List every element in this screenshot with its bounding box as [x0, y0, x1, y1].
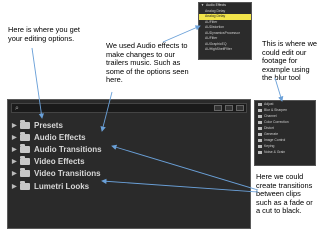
effects-item-label: Video Effects	[34, 157, 85, 167]
chevron-right-icon: ▶	[12, 183, 17, 190]
effects-panel: ⌕ ▶ Presets ▶ Audio Effects ▶ Audio Transit…	[7, 99, 251, 229]
folder-icon	[20, 156, 30, 166]
effects-item-lumetri-looks[interactable]: ▶ Lumetri Looks	[12, 180, 248, 192]
expand-triangle-icon: ▼	[201, 3, 204, 7]
yuv-filter-button[interactable]	[236, 105, 244, 111]
folder-icon	[20, 143, 30, 153]
folder-icon	[20, 168, 30, 178]
folder-icon	[258, 132, 262, 136]
search-icon: ⌕	[15, 105, 19, 112]
effects-item-audio-effects[interactable]: ▶ Audio Effects	[12, 131, 248, 143]
effects-list: ▶ Presets ▶ Audio Effects ▶ Audio Transitio…	[12, 119, 248, 192]
side-item-label: Noise & Grain	[264, 150, 286, 154]
folder-icon	[20, 180, 30, 190]
folder-icon	[258, 102, 262, 106]
search-input[interactable]: ⌕	[11, 103, 247, 113]
effects-item-video-transitions[interactable]: ▶ Video Transitions	[12, 168, 248, 180]
effects-item-label: Audio Effects	[34, 132, 86, 142]
note-transitions: Here we could create transitions between…	[256, 172, 313, 216]
note-blur-tool: This is where we could edit our footage …	[262, 39, 318, 83]
audio-effects-menu: ▼ Audio Effects Analog Delay Analog Delay…	[198, 2, 252, 60]
search-buttons	[214, 105, 244, 111]
32bit-filter-button[interactable]	[225, 105, 233, 111]
effects-item-label: Presets	[34, 120, 63, 130]
chevron-right-icon: ▶	[12, 171, 17, 178]
effects-item-video-effects[interactable]: ▶ Video Effects	[12, 156, 248, 168]
folder-icon	[258, 108, 262, 112]
effects-item-audio-transitions[interactable]: ▶ Audio Transitions	[12, 143, 248, 155]
chevron-right-icon: ▶	[12, 159, 17, 166]
note-editing-options: Here is where you get your editing optio…	[8, 25, 80, 43]
side-item[interactable]: Noise & Grain	[255, 149, 315, 155]
effects-item-label: Video Transitions	[34, 169, 101, 179]
folder-icon	[258, 150, 262, 154]
effects-item-presets[interactable]: ▶ Presets	[12, 119, 248, 131]
arrow-to-audio-menu	[162, 25, 201, 43]
video-effects-submenu: Adjust Blur & Sharpen Channel Color Corr…	[254, 100, 316, 166]
effects-item-label: Lumetri Looks	[34, 181, 90, 191]
folder-icon	[20, 131, 30, 141]
folder-icon	[20, 119, 30, 129]
accelerated-filter-button[interactable]	[214, 105, 222, 111]
folder-icon	[258, 126, 262, 130]
chevron-right-icon: ▶	[12, 146, 17, 153]
folder-icon	[258, 144, 262, 148]
chevron-right-icon: ▶	[12, 122, 17, 129]
menu-item[interactable]: AUHighShelfFilter	[199, 47, 251, 53]
note-audio-effects: We used Audio effects to make changes to…	[106, 41, 189, 85]
folder-icon	[258, 138, 262, 142]
chevron-right-icon: ▶	[12, 134, 17, 141]
folder-icon	[258, 114, 262, 118]
folder-icon	[258, 120, 262, 124]
effects-item-label: Audio Transitions	[34, 144, 102, 154]
